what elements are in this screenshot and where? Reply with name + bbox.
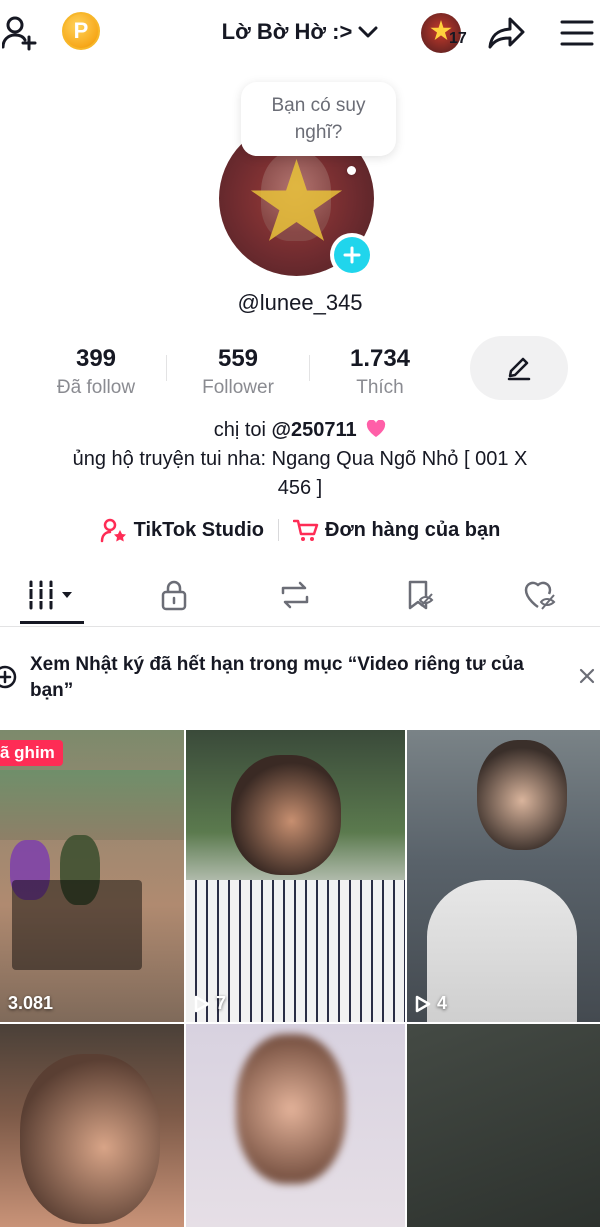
thought-bubble-text: Bạn có suy nghĩ? [271,95,366,143]
heart-hidden-icon [524,581,556,610]
stat-following[interactable]: 399 Đã follow [26,343,166,401]
expired-notes-banner[interactable]: Xem Nhật ký đã hết hạn trong mục “Video … [0,640,600,716]
edit-profile-button[interactable] [470,336,568,400]
view-count-text: 3.081 [8,993,54,1013]
bio-line-1: chị toi @250711 [20,416,580,445]
menu-icon[interactable] [558,14,596,52]
orders-link[interactable]: Đơn hàng của bạn [293,518,500,542]
video-grid-icon [28,580,72,610]
tab-liked[interactable] [513,565,569,625]
thought-bubble[interactable]: Bạn có suy nghĩ? [241,82,396,156]
stat-likes[interactable]: 1.734 Thích [310,343,450,401]
pinned-badge: ã ghim [0,740,63,766]
story-count: 17 [449,30,467,47]
bio-text: chị toi [213,419,266,441]
stat-value: 399 [75,345,117,372]
studio-user-star-icon [100,518,126,543]
stat-label: Follower [202,377,274,398]
stat-label: Thích [356,377,404,398]
video-tile[interactable] [0,1024,184,1227]
heart-emoji-icon [367,420,386,437]
tab-reposts[interactable] [267,565,323,625]
view-count: 7 [194,993,226,1014]
tab-saved[interactable] [392,565,448,625]
bubble-tail [347,166,356,175]
top-bar: P Lờ Bờ Hờ :> 17 [0,0,600,68]
banner-text: Xem Nhật ký đã hết hạn trong mục “Video … [30,654,524,701]
lock-icon [161,580,187,611]
play-icon [194,995,210,1012]
account-title: Lờ Bờ Hờ :> [221,19,353,44]
profile-handle: @lunee_345 [237,290,363,315]
stat-label: Đã follow [56,377,136,398]
profile-links: TikTok Studio Đơn hàng của bạn [0,512,600,548]
orders-label: Đơn hàng của bạn [325,518,501,541]
view-count-text: 4 [437,993,448,1013]
coin-icon[interactable]: P [62,12,100,50]
tab-videos[interactable] [20,565,84,625]
close-icon[interactable] [578,667,596,685]
play-icon [415,995,431,1012]
chevron-down-icon [358,26,378,38]
stat-divider [166,355,167,381]
add-story-button[interactable] [330,233,374,277]
video-grid: ã ghim 3.081 7 4 [0,730,600,1227]
stat-value: 1.734 [349,345,411,372]
add-note-icon [0,665,17,689]
share-icon[interactable] [486,12,528,54]
view-count-text: 7 [216,993,227,1013]
studio-label: TikTok Studio [133,518,265,541]
pencil-icon [507,357,531,381]
plus-icon [343,246,361,264]
stat-followers[interactable]: 559 Follower [168,343,308,401]
bio-line-2: ủng hộ truyện tui nha: Ngang Qua Ngõ Nhỏ… [72,448,528,470]
video-tile[interactable]: 4 [407,730,600,1022]
video-tile[interactable]: 7 [186,730,405,1022]
video-tile[interactable]: ã ghim 3.081 [0,730,184,1022]
bookmark-hidden-icon [408,580,434,610]
tab-private[interactable] [146,565,202,625]
video-tile[interactable] [186,1024,405,1227]
stat-value: 559 [217,345,259,372]
add-friend-icon[interactable] [0,14,40,52]
cart-icon [293,519,319,541]
bio-line-3: 456 ] [277,477,323,499]
link-divider [278,519,280,541]
view-count: 4 [415,993,447,1014]
repost-icon [281,581,309,609]
video-tile[interactable] [407,1024,600,1227]
content-tabs [0,565,600,627]
active-tab-indicator [20,621,84,624]
coin-letter: P [73,18,89,43]
view-count: 3.081 [8,993,53,1014]
tiktok-studio-link[interactable]: TikTok Studio [100,517,264,543]
bio-mention[interactable]: @250711 [272,419,357,441]
account-switcher[interactable]: Lờ Bờ Hờ :> [200,14,400,50]
